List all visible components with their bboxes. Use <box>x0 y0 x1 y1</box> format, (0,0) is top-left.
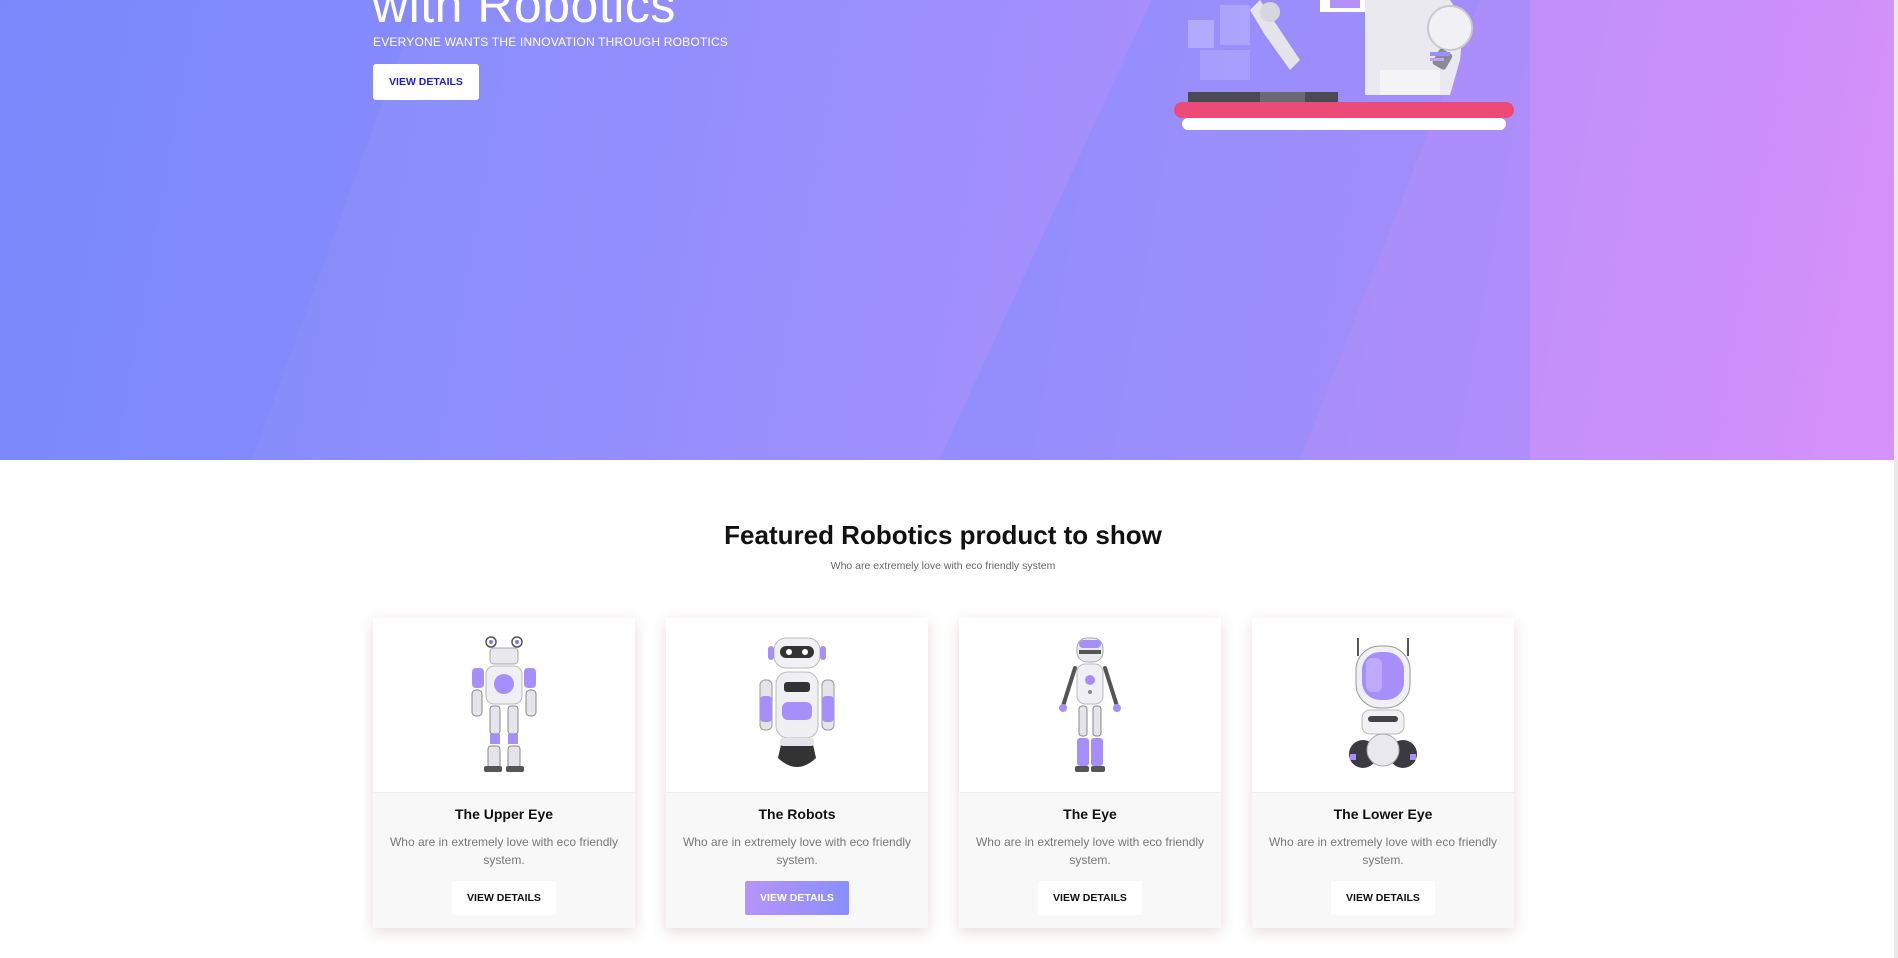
product-card-lower-eye: The Lower Eye Who are in extremely love … <box>1252 618 1514 928</box>
product-description: Who are in extremely love with eco frien… <box>389 835 619 867</box>
product-view-details-button[interactable]: VIEW DETAILS <box>452 881 556 915</box>
product-card-body: The Lower Eye Who are in extremely love … <box>1252 793 1514 928</box>
product-card-upper-eye: The Upper Eye Who are in extremely love … <box>373 618 635 928</box>
product-card-robots: The Robots Who are in extremely love wit… <box>666 618 928 928</box>
product-name: The Robots <box>758 806 836 822</box>
hero-subtitle: EVERYONE WANTS THE INNOVATION THROUGH RO… <box>373 35 729 49</box>
product-description: Who are in extremely love with eco frien… <box>975 835 1205 867</box>
robot-illustration <box>1174 0 1514 130</box>
product-description: Who are in extremely love with eco frien… <box>682 835 912 867</box>
robot-wheeled-icon <box>759 637 835 767</box>
hero-bg-facet-left <box>0 0 420 460</box>
robot-upper-eye-icon <box>471 636 537 772</box>
product-image <box>959 618 1221 793</box>
robot-lower-eye-icon <box>1349 638 1417 768</box>
product-card-eye: The Eye Who are in extremely love with e… <box>959 618 1221 928</box>
product-name: The Upper Eye <box>454 806 554 822</box>
product-image <box>666 618 928 793</box>
product-card-body: The Upper Eye Who are in extremely love … <box>373 793 635 928</box>
featured-section-subtitle: Who are extremely love with eco friendly… <box>830 560 1056 572</box>
page-scrollbar[interactable] <box>1894 0 1898 958</box>
product-name: The Eye <box>1063 806 1117 822</box>
product-view-details-button[interactable]: VIEW DETAILS <box>745 881 849 915</box>
product-card-body: The Eye Who are in extremely love with e… <box>959 793 1221 928</box>
product-image <box>1252 618 1514 793</box>
hero-view-details-button[interactable]: VIEW DETAILS <box>373 64 479 100</box>
product-image <box>373 618 635 793</box>
product-card-body: The Robots Who are in extremely love wit… <box>666 793 928 928</box>
hero-title: with Robotics <box>372 0 676 33</box>
product-view-details-button[interactable]: VIEW DETAILS <box>1331 881 1435 915</box>
product-view-details-button[interactable]: VIEW DETAILS <box>1038 881 1142 915</box>
featured-section-title: Featured Robotics product to show <box>724 520 1162 550</box>
product-name: The Lower Eye <box>1333 806 1433 822</box>
robot-eye-icon <box>1059 637 1121 772</box>
hero-banner: with Robotics EVERYONE WANTS THE INNOVAT… <box>0 0 1894 460</box>
product-description: Who are in extremely love with eco frien… <box>1268 835 1498 867</box>
